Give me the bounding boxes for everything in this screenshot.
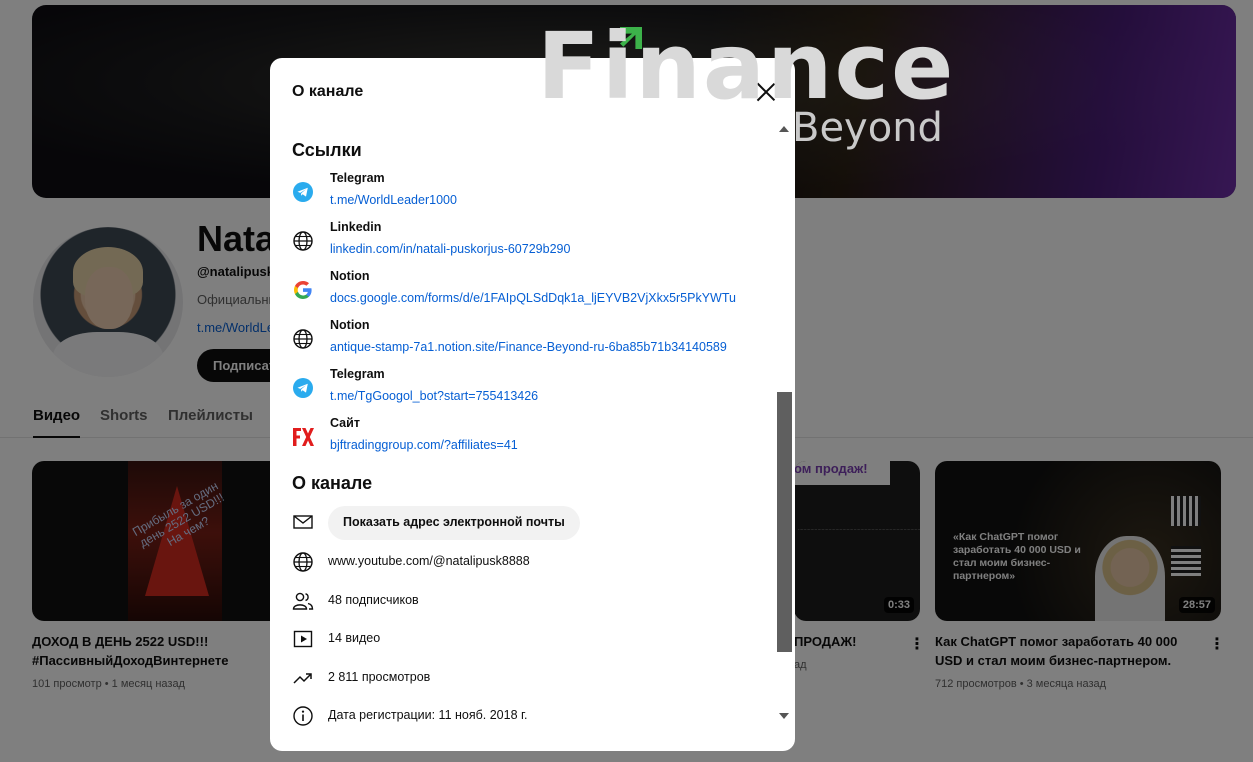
video-count: 14 видео bbox=[328, 631, 381, 645]
link-title: Сайт bbox=[330, 416, 360, 430]
link-title: Telegram bbox=[330, 367, 385, 381]
scroll-down-arrow-icon[interactable] bbox=[779, 713, 789, 719]
link-item[interactable]: Linkedin linkedin.com/in/natali-puskorju… bbox=[292, 220, 762, 266]
banner-subtitle: Beyond bbox=[792, 105, 943, 151]
link-title: Telegram bbox=[330, 171, 385, 185]
link-title: Notion bbox=[330, 269, 370, 283]
link-item[interactable]: Сайт bjftradinggroup.com/?affiliates=41 bbox=[292, 416, 762, 462]
people-icon bbox=[292, 592, 314, 610]
google-icon bbox=[294, 281, 312, 299]
views-row: 2 811 просмотров bbox=[292, 663, 752, 693]
link-url[interactable]: t.me/WorldLeader1000 bbox=[330, 193, 755, 207]
info-icon bbox=[293, 706, 313, 726]
link-title: Linkedin bbox=[330, 220, 382, 234]
videos-row: 14 видео bbox=[292, 624, 752, 654]
globe-icon bbox=[293, 552, 313, 572]
channel-url: www.youtube.com/@natalipusk8888 bbox=[328, 554, 530, 568]
scroll-up-arrow-icon[interactable] bbox=[779, 126, 789, 132]
play-icon bbox=[293, 630, 313, 648]
link-item[interactable]: Notion antique-stamp-7a1.notion.site/Fin… bbox=[292, 318, 762, 364]
fx-icon bbox=[292, 427, 314, 447]
channel-url-row: www.youtube.com/@natalipusk8888 bbox=[292, 547, 752, 577]
mail-icon bbox=[293, 515, 313, 529]
telegram-icon bbox=[293, 182, 313, 202]
link-title: Notion bbox=[330, 318, 370, 332]
subscribers-row: 48 подписчиков bbox=[292, 586, 752, 616]
globe-icon bbox=[293, 329, 313, 349]
globe-icon bbox=[293, 231, 313, 251]
link-url[interactable]: bjftradinggroup.com/?affiliates=41 bbox=[330, 438, 755, 452]
banner-title: Finance bbox=[537, 13, 956, 120]
link-url[interactable]: docs.google.com/forms/d/e/1FAIpQLSdDqk1a… bbox=[330, 291, 755, 305]
email-row: Показать адрес электронной почты bbox=[292, 506, 752, 540]
links-heading: Ссылки bbox=[292, 140, 362, 160]
view-count: 2 811 просмотров bbox=[328, 670, 431, 684]
link-item[interactable]: Telegram t.me/WorldLeader1000 bbox=[292, 171, 762, 217]
dialog-title: О канале bbox=[292, 83, 364, 100]
link-item[interactable]: Telegram t.me/TgGoogol_bot?start=7554134… bbox=[292, 367, 762, 413]
scrollbar-thumb[interactable] bbox=[777, 392, 792, 652]
about-channel-dialog: О канале Ссылки Telegram t.me/WorldLeade… bbox=[270, 58, 795, 751]
about-heading: О канале bbox=[292, 473, 373, 493]
subscriber-count: 48 подписчиков bbox=[328, 593, 419, 607]
trending-icon bbox=[293, 673, 312, 684]
link-url[interactable]: t.me/TgGoogol_bot?start=755413426 bbox=[330, 389, 755, 403]
link-url[interactable]: antique-stamp-7a1.notion.site/Finance-Be… bbox=[330, 340, 755, 354]
show-email-button[interactable]: Показать адрес электронной почты bbox=[328, 506, 580, 540]
joined-row: Дата регистрации: 11 нояб. 2018 г. bbox=[292, 701, 752, 731]
joined-date: Дата регистрации: 11 нояб. 2018 г. bbox=[328, 708, 528, 722]
link-url[interactable]: linkedin.com/in/natali-puskorjus-60729b2… bbox=[330, 242, 755, 256]
link-item[interactable]: Notion docs.google.com/forms/d/e/1FAIpQL… bbox=[292, 269, 762, 315]
telegram-icon bbox=[293, 378, 313, 398]
